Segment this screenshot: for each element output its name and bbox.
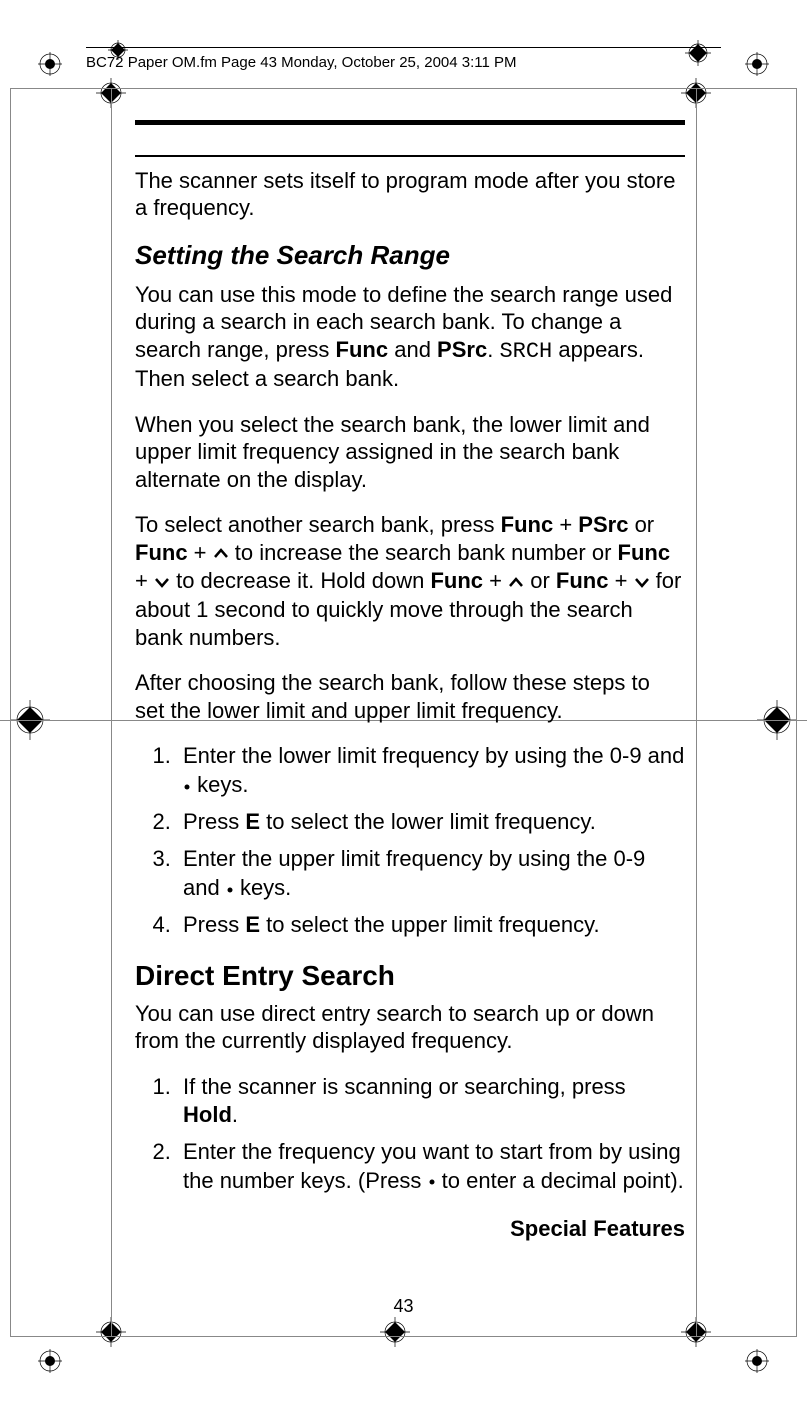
dot-icon xyxy=(183,770,191,799)
body-paragraph: After choosing the search bank, follow t… xyxy=(135,669,685,724)
list-item: Enter the frequency you want to start fr… xyxy=(177,1138,685,1196)
intro-paragraph: The scanner sets itself to program mode … xyxy=(135,167,685,222)
section-heading: Direct Entry Search xyxy=(135,960,685,992)
running-footer: Special Features xyxy=(135,1216,685,1242)
body-paragraph: When you select the search bank, the low… xyxy=(135,411,685,494)
registration-mark xyxy=(38,1349,62,1373)
dot-icon xyxy=(226,873,234,902)
page-number: 43 xyxy=(0,1296,807,1317)
list-item: Press E to select the upper limit freque… xyxy=(177,911,685,940)
rule-thick xyxy=(135,120,685,125)
rule-thin xyxy=(135,155,685,157)
frame-header: BC72 Paper OM.fm Page 43 Monday, October… xyxy=(86,47,721,71)
down-arrow-icon xyxy=(154,567,170,595)
registration-mark xyxy=(745,52,769,76)
up-arrow-icon xyxy=(213,538,229,566)
ordered-list: Enter the lower limit frequency by using… xyxy=(135,742,685,939)
registration-mark xyxy=(745,1349,769,1373)
body-paragraph: You can use direct entry search to searc… xyxy=(135,1000,685,1055)
up-arrow-icon xyxy=(508,567,524,595)
section-heading: Setting the Search Range xyxy=(135,240,685,271)
page-content: The scanner sets itself to program mode … xyxy=(135,120,685,1242)
registration-mark xyxy=(38,52,62,76)
ordered-list: If the scanner is scanning or searching,… xyxy=(135,1073,685,1196)
list-item: Enter the upper limit frequency by using… xyxy=(177,845,685,903)
list-item: Press E to select the lower limit freque… xyxy=(177,808,685,837)
body-paragraph: You can use this mode to define the sear… xyxy=(135,281,685,393)
list-item: If the scanner is scanning or searching,… xyxy=(177,1073,685,1130)
dot-icon xyxy=(428,1165,436,1194)
down-arrow-icon xyxy=(634,567,650,595)
list-item: Enter the lower limit frequency by using… xyxy=(177,742,685,800)
body-paragraph: To select another search bank, press Fun… xyxy=(135,511,685,651)
